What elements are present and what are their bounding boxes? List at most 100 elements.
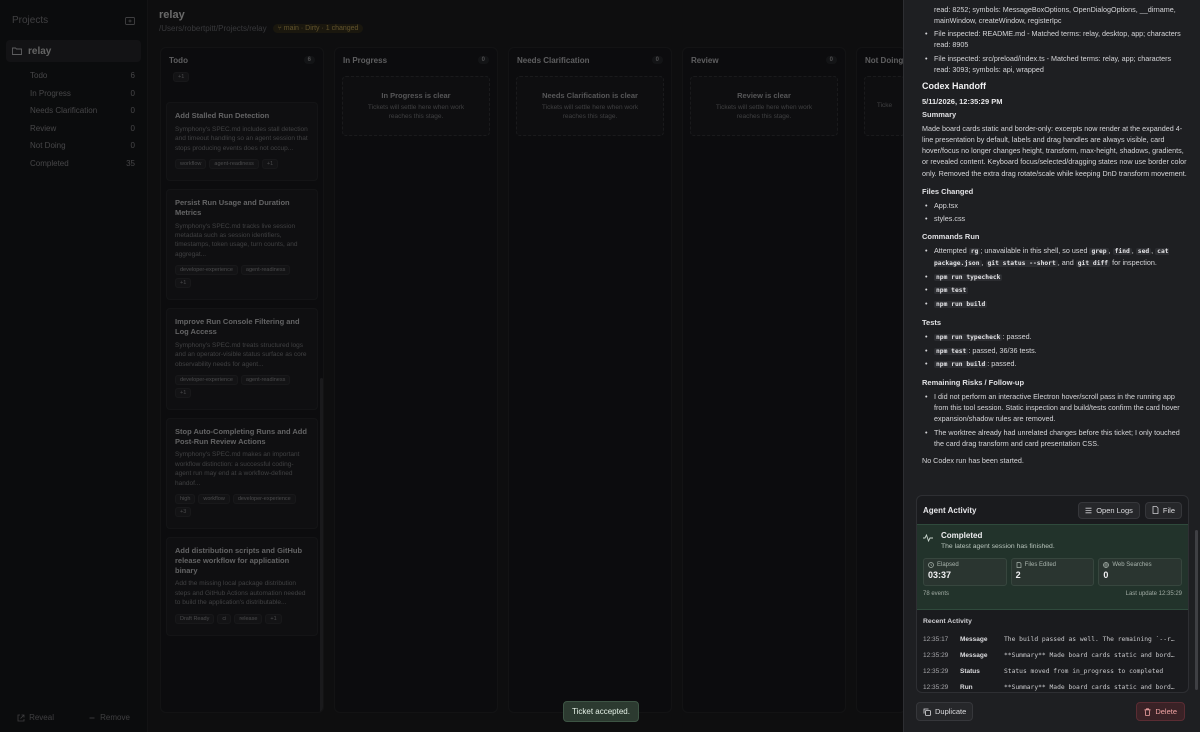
- copy-icon: [923, 708, 931, 716]
- activity-kind: Message: [960, 635, 988, 643]
- ticket-card[interactable]: Stop Auto-Completing Runs and Add Post-R…: [166, 417, 318, 530]
- file-link[interactable]: styles.css: [922, 213, 1188, 224]
- commands-heading: Commands Run: [922, 232, 980, 242]
- tag: +3: [175, 507, 192, 518]
- panel-scrollbar[interactable]: [1195, 530, 1198, 690]
- file-icon: [1152, 506, 1159, 514]
- tag: release: [234, 613, 263, 624]
- project-path: /Users/robertpitt/Projects/relay: [159, 24, 267, 33]
- sidebar-item-review[interactable]: Review 0: [0, 120, 147, 138]
- sidebar-item-count: 35: [126, 158, 135, 168]
- commands-list: Attempted rg; unavailable in this shell,…: [922, 245, 1188, 310]
- card-description: Symphony's SPEC.md makes an important wo…: [175, 451, 300, 487]
- card-tags: Draft Ready ci release +1: [175, 613, 309, 624]
- branch-label: main · Dirty · 1 changed: [283, 25, 359, 32]
- tag: +1: [175, 387, 192, 398]
- activity-message: **Summary** Made board cards static and …: [1004, 651, 1175, 659]
- tests-list: npm run typecheck: passed. npm test: pas…: [922, 331, 1188, 370]
- branch-badge[interactable]: ⑂ main · Dirty · 1 changed: [272, 24, 364, 33]
- empty-subtitle: Tickets will settle here when work reach…: [367, 104, 465, 120]
- metric-elapsed: Elapsed 03:37: [923, 558, 1007, 586]
- text: ; unavailable in this shell, so used: [980, 246, 1090, 256]
- code: npm test: [934, 347, 969, 355]
- card-title: Persist Run Usage and Duration Metrics: [175, 198, 290, 217]
- sidebar-header: Projects: [0, 0, 147, 40]
- sidebar-project-relay[interactable]: relay: [6, 40, 141, 62]
- empty-title: Needs Clarification is clear: [542, 91, 638, 101]
- tag: workflow: [198, 494, 230, 505]
- sidebar-footer: Reveal Remove: [0, 713, 147, 722]
- list-item: npm run build: passed.: [922, 358, 1188, 370]
- add-project-icon[interactable]: [125, 16, 135, 25]
- clock-icon: [928, 562, 934, 568]
- sidebar-item-needs-clarification[interactable]: Needs Clarification 0: [0, 102, 147, 120]
- metric-value: 03:37: [928, 570, 952, 580]
- column-in-progress: In Progress 0 In Progress is clear Ticke…: [334, 47, 498, 713]
- column-needs-clarification: Needs Clarification 0 Needs Clarificatio…: [508, 47, 672, 713]
- sidebar-item-not-doing[interactable]: Not Doing 0: [0, 137, 147, 155]
- sidebar-title: Projects: [12, 14, 49, 26]
- sidebar-item-in-progress[interactable]: In Progress 0: [0, 85, 147, 103]
- status-subtitle: The latest agent session has finished.: [941, 543, 1055, 550]
- status-footer: 78 events Last update 12:35:29: [923, 591, 1182, 597]
- activity-header: Agent Activity Open Logs File: [917, 496, 1188, 524]
- sidebar-project-label: relay: [28, 45, 52, 57]
- metric-web-searches: Web Searches 0: [1098, 558, 1183, 586]
- ticket-card[interactable]: Add Stalled Run Detection Symphony's SPE…: [166, 102, 318, 182]
- card-tags: +1: [173, 72, 311, 82]
- card-description: Symphony's SPEC.md tracks live session m…: [175, 222, 298, 258]
- delete-button[interactable]: Delete: [1136, 702, 1185, 721]
- reveal-button[interactable]: Reveal: [17, 713, 54, 722]
- code: npm run typecheck: [934, 333, 1003, 341]
- summary-text: Made board cards static and border-only:…: [922, 123, 1187, 178]
- toast-notification: Ticket accepted.: [563, 701, 639, 722]
- last-update: Last update 12:35:29: [1125, 591, 1182, 597]
- card-title: Improve Run Console Filtering and Log Ac…: [175, 317, 300, 336]
- delete-label: Delete: [1155, 707, 1177, 716]
- metric-files-edited: Files Edited 2: [1010, 558, 1095, 586]
- duplicate-button[interactable]: Duplicate: [916, 702, 974, 721]
- activity-row[interactable]: 12:35:17 Message The build passed as wel…: [917, 631, 1188, 647]
- sidebar-item-todo[interactable]: Todo 6: [0, 67, 147, 85]
- inspection-list: File inspected: README.md - Matched term…: [922, 28, 1188, 75]
- folder-icon: [12, 47, 22, 55]
- sidebar-item-label: Completed: [30, 158, 69, 168]
- file-button[interactable]: File: [1144, 501, 1182, 519]
- sidebar-item-completed[interactable]: Completed 35: [0, 155, 147, 173]
- activity-row[interactable]: 12:35:29 Run **Summary** Made board card…: [917, 679, 1188, 695]
- tag: +1: [173, 72, 190, 82]
- events-count: 78 events: [923, 591, 950, 597]
- empty-subtitle: Tickets will settle here when work reach…: [715, 104, 813, 120]
- open-logs-button[interactable]: Open Logs: [1078, 501, 1140, 519]
- card-tags: workflow agent-readiness +1: [175, 159, 309, 170]
- tag: Draft Ready: [175, 613, 215, 624]
- sidebar-item-count: 6: [130, 71, 135, 81]
- globe-icon: [1103, 562, 1110, 568]
- column-header: Review 0: [683, 48, 845, 72]
- code: npm run typecheck: [934, 273, 1003, 281]
- card-tags: high workflow developer-experience +3: [175, 494, 309, 518]
- empty-state: Ticke: [864, 76, 905, 136]
- code: npm run build: [934, 361, 988, 369]
- remove-button[interactable]: Remove: [88, 713, 130, 722]
- status-summary: Completed The latest agent session has f…: [917, 524, 1188, 610]
- list-item: npm test: [922, 284, 1188, 296]
- sidebar-item-label: Not Doing: [30, 141, 66, 151]
- card-description: Symphony's SPEC.md includes stall detect…: [175, 125, 308, 152]
- column-title: Needs Clarification: [517, 55, 590, 65]
- activity-row[interactable]: 12:35:29 Message **Summary** Made board …: [917, 647, 1188, 663]
- column-scrollbar[interactable]: [320, 378, 323, 712]
- tag: +1: [261, 159, 279, 170]
- activity-row[interactable]: 12:35:29 Status Status moved from in_pro…: [917, 663, 1188, 679]
- tag: agent-readiness: [209, 159, 259, 170]
- metric-label: Web Searches: [1112, 562, 1152, 568]
- ticket-card[interactable]: Improve Run Console Filtering and Log Ac…: [166, 308, 318, 410]
- file-link[interactable]: App.tsx: [922, 200, 1188, 211]
- list-item: The worktree already had unrelated chang…: [922, 427, 1188, 449]
- column-todo: Todo 6 +1 Add Stalled Run Detection Symp…: [160, 47, 324, 713]
- ticket-card[interactable]: Add distribution scripts and GitHub rele…: [166, 537, 318, 636]
- code: git status --short: [985, 259, 1058, 267]
- list-item: File inspected: README.md - Matched term…: [922, 28, 1188, 50]
- sidebar-item-label: Needs Clarification: [30, 106, 98, 116]
- ticket-card[interactable]: Persist Run Usage and Duration Metrics S…: [166, 189, 318, 301]
